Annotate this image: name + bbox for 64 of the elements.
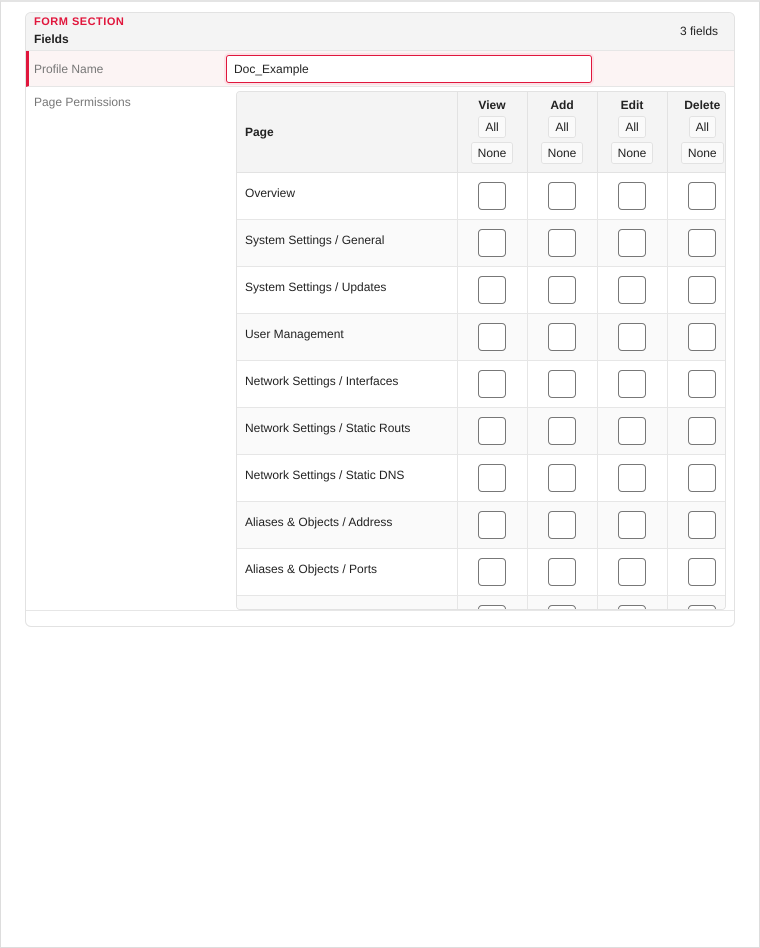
select-none-button[interactable]: None xyxy=(680,142,724,164)
select-none-button[interactable]: None xyxy=(470,142,514,164)
page-name: Network Settings / Interfaces xyxy=(245,374,398,388)
page-name: System Settings / General xyxy=(245,232,384,246)
select-all-button[interactable]: All xyxy=(548,116,576,138)
page-name: Aliases & Objects / Address xyxy=(245,514,392,528)
checkbox[interactable] xyxy=(688,416,716,444)
page-name: Aliases & Objects / Ports xyxy=(245,562,378,576)
checkbox[interactable] xyxy=(688,510,716,538)
section-title: Fields xyxy=(34,32,70,46)
checkbox[interactable] xyxy=(688,276,716,304)
profile-name-input[interactable]: Doc_Example xyxy=(226,54,592,82)
checkbox[interactable] xyxy=(478,558,506,586)
checkbox[interactable] xyxy=(548,416,576,444)
column-header: Edit xyxy=(620,98,644,112)
checkbox[interactable] xyxy=(688,558,716,586)
field-count: 3 fields xyxy=(680,24,718,38)
checkbox[interactable] xyxy=(618,558,646,586)
checkbox[interactable] xyxy=(688,322,716,350)
checkbox[interactable] xyxy=(618,370,646,398)
column-header: Add xyxy=(550,98,574,112)
page-name: Overview xyxy=(245,186,296,200)
field-label: Profile Name xyxy=(33,62,104,76)
page-name: Network Settings / Static Routs xyxy=(245,420,410,434)
page-name: User Management xyxy=(245,326,344,340)
checkbox[interactable] xyxy=(618,510,646,538)
select-none-button[interactable]: None xyxy=(540,142,584,164)
checkbox[interactable] xyxy=(548,370,576,398)
checkbox[interactable] xyxy=(618,464,646,492)
column-header: Page xyxy=(245,124,274,139)
checkbox[interactable] xyxy=(688,182,716,210)
select-all-button[interactable]: All xyxy=(688,116,716,138)
checkbox[interactable] xyxy=(548,510,576,538)
checkbox[interactable] xyxy=(478,322,506,350)
checkbox[interactable] xyxy=(548,558,576,586)
checkbox[interactable] xyxy=(688,464,716,492)
checkbox[interactable] xyxy=(548,464,576,492)
checkbox[interactable] xyxy=(548,322,576,350)
checkbox[interactable] xyxy=(478,370,506,398)
checkbox[interactable] xyxy=(478,276,506,304)
column-header: Delete xyxy=(684,98,720,112)
section-eyebrow: FORM SECTION xyxy=(34,16,124,28)
checkbox[interactable] xyxy=(548,276,576,304)
page-name: Network Settings / Static DNS xyxy=(245,468,404,482)
page-name: System Settings / Updates xyxy=(245,280,386,294)
checkbox[interactable] xyxy=(618,322,646,350)
checkbox[interactable] xyxy=(548,228,576,256)
checkbox[interactable] xyxy=(478,182,506,210)
field-label: Page Permissions xyxy=(33,94,132,111)
checkbox[interactable] xyxy=(548,182,576,210)
select-none-button[interactable]: None xyxy=(610,142,654,164)
checkbox[interactable] xyxy=(688,370,716,398)
select-all-button[interactable]: All xyxy=(478,116,506,138)
checkbox[interactable] xyxy=(478,464,506,492)
select-all-button[interactable]: All xyxy=(618,116,646,138)
checkbox[interactable] xyxy=(478,228,506,256)
checkbox[interactable] xyxy=(618,276,646,304)
checkbox[interactable] xyxy=(478,416,506,444)
column-header: View xyxy=(478,98,506,112)
checkbox[interactable] xyxy=(618,416,646,444)
checkbox[interactable] xyxy=(618,182,646,210)
checkbox[interactable] xyxy=(618,228,646,256)
checkbox[interactable] xyxy=(688,228,716,256)
checkbox[interactable] xyxy=(478,510,506,538)
